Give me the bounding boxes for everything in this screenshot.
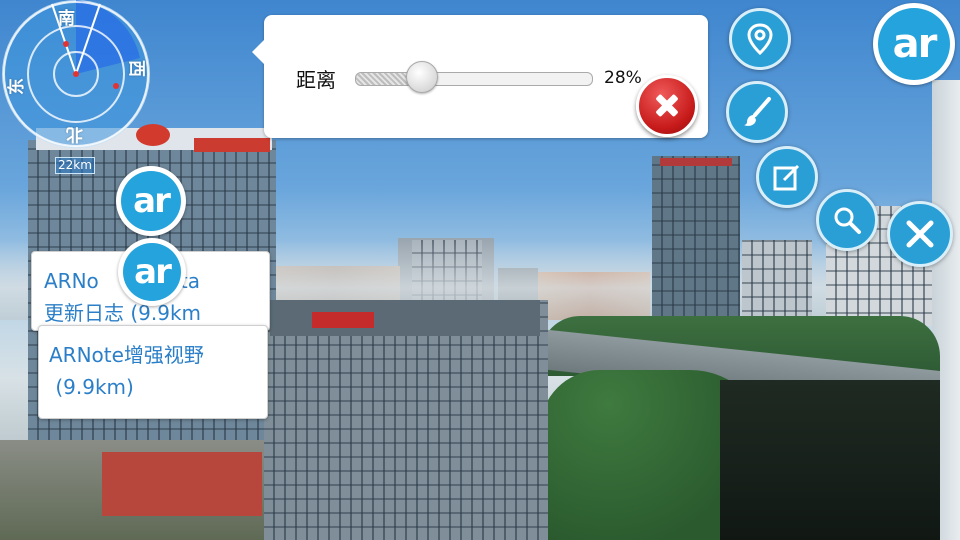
hna-building-top: [270, 300, 540, 336]
distance-slider[interactable]: [355, 72, 593, 86]
edit-note-icon: [773, 164, 800, 191]
ar-marker-text: ar: [123, 243, 181, 301]
right-tower: [742, 240, 812, 324]
brush-icon: [744, 97, 771, 126]
close-distance-panel-button[interactable]: [636, 75, 698, 137]
ar-marker-text: ar: [121, 171, 181, 231]
radar[interactable]: 南 西 东 北: [2, 0, 150, 148]
search-button[interactable]: [816, 189, 878, 251]
distance-value: 28%: [604, 68, 642, 88]
tower-sign: [660, 158, 732, 166]
poi-title-start: ARNo: [44, 269, 99, 293]
distance-label: 距离: [296, 68, 336, 92]
shadow-area: [720, 380, 940, 540]
low-building: [102, 452, 262, 516]
hna-building: [264, 300, 548, 540]
close-button[interactable]: [887, 201, 953, 267]
right-tower: [652, 156, 740, 332]
distance-slider-thumb[interactable]: [406, 61, 438, 93]
ar-marker[interactable]: ar: [116, 166, 186, 236]
radar-east-label: 东: [7, 78, 27, 95]
location-pin-icon: [747, 23, 773, 55]
poi-distance: (9.9km): [49, 375, 134, 399]
edit-note-button[interactable]: [756, 146, 818, 208]
poi-subtitle: 更新日志 (9.9km: [44, 301, 202, 325]
hna-sign: [312, 312, 374, 328]
radar-west-label: 西: [126, 60, 146, 77]
radar-range-label: 22km: [55, 157, 95, 174]
location-button[interactable]: [729, 8, 791, 70]
ar-logo-text: ar: [878, 8, 950, 80]
building-sign: [194, 138, 270, 152]
brush-button[interactable]: [726, 81, 788, 143]
ar-logo-button[interactable]: ar: [873, 3, 955, 85]
poi-callout[interactable]: ARNote增强视野 (9.9km): [38, 325, 268, 419]
distance-panel: 距离 28%: [252, 15, 708, 138]
radar-south-label: 南: [58, 9, 75, 29]
ar-marker[interactable]: ar: [118, 238, 186, 306]
radar-north-label: 北: [66, 124, 83, 144]
poi-title: ARNote增强视野: [49, 343, 204, 367]
search-icon: [834, 207, 861, 234]
close-icon: [906, 220, 934, 248]
